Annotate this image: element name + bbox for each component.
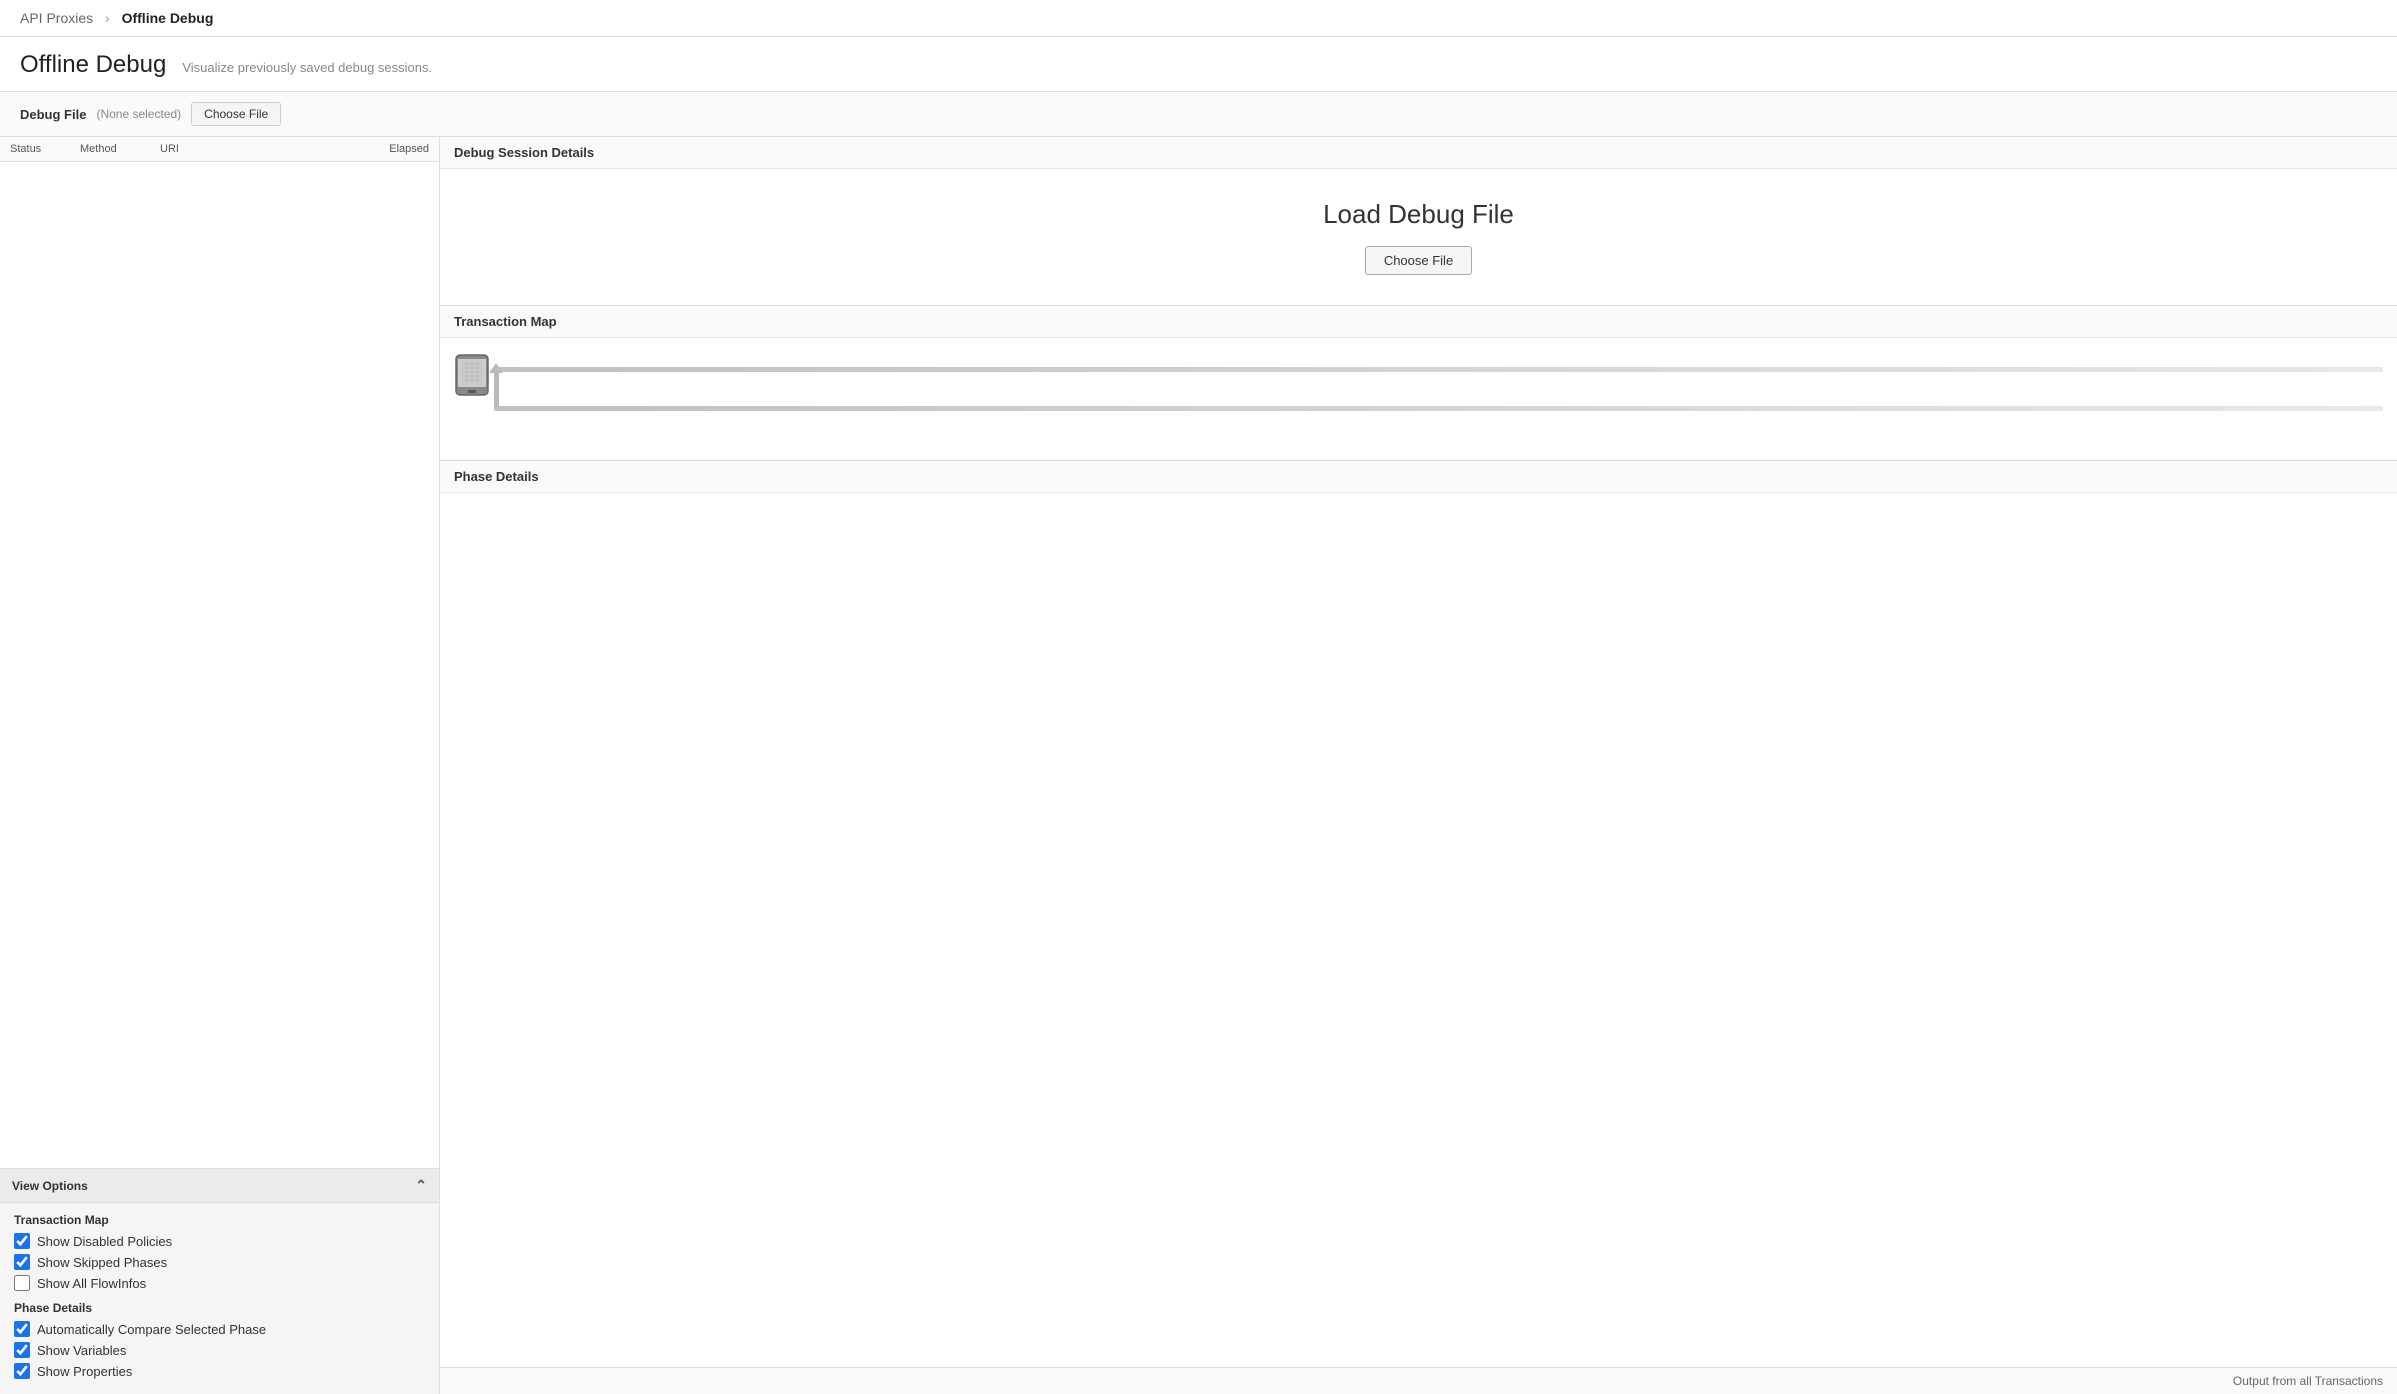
- page-subtitle: Visualize previously saved debug session…: [182, 60, 432, 75]
- phone-icon: [454, 354, 490, 396]
- left-scroll-area: [0, 653, 439, 1169]
- checkbox-show-disabled-input[interactable]: [14, 1233, 30, 1249]
- col-elapsed: Elapsed: [359, 137, 439, 162]
- checkbox-show-variables-input[interactable]: [14, 1342, 30, 1358]
- checkbox-show-flowinfos: Show All FlowInfos: [14, 1275, 425, 1291]
- transaction-map-section: Transaction Map: [440, 306, 2397, 461]
- bottom-bar-text: Output from all Transactions: [2233, 1374, 2383, 1388]
- arrow-head: [489, 363, 503, 373]
- flow-line-top: [494, 367, 2383, 372]
- checkbox-show-skipped-input[interactable]: [14, 1254, 30, 1270]
- view-options-panel: View Options ⌃ Transaction Map Show Disa…: [0, 1168, 439, 1394]
- debug-file-bar: Debug File (None selected) Choose File: [0, 92, 2397, 137]
- page-header: Offline Debug Visualize previously saved…: [0, 37, 2397, 92]
- breadcrumb-separator: ›: [105, 10, 110, 26]
- view-options-header[interactable]: View Options ⌃: [0, 1169, 439, 1203]
- checkbox-show-disabled-label[interactable]: Show Disabled Policies: [37, 1234, 172, 1249]
- main-layout: Status Method URI Elapsed View Options ⌃…: [0, 137, 2397, 1394]
- breadcrumb: API Proxies › Offline Debug: [0, 0, 2397, 37]
- breadcrumb-current: Offline Debug: [122, 10, 214, 26]
- flow-arrow-vertical: [494, 371, 499, 407]
- transaction-map-header: Transaction Map: [440, 306, 2397, 338]
- phase-details-divider: Phase Details: [14, 1301, 425, 1315]
- checkbox-show-skipped-label[interactable]: Show Skipped Phases: [37, 1255, 167, 1270]
- col-uri: URI: [150, 137, 359, 162]
- page-title: Offline Debug: [20, 51, 166, 79]
- choose-file-button-top[interactable]: Choose File: [191, 102, 281, 126]
- phase-details-section: Phase Details: [440, 461, 2397, 1367]
- left-panel: Status Method URI Elapsed View Options ⌃…: [0, 137, 440, 1394]
- checkbox-show-flowinfos-label[interactable]: Show All FlowInfos: [37, 1276, 146, 1291]
- transaction-map-body: [440, 338, 2397, 460]
- col-status: Status: [0, 137, 70, 162]
- phase-details-body: [440, 493, 2397, 1367]
- view-options-collapse-icon: ⌃: [415, 1177, 427, 1194]
- checkbox-show-variables-label[interactable]: Show Variables: [37, 1343, 126, 1358]
- breadcrumb-parent[interactable]: API Proxies: [20, 10, 93, 26]
- load-debug-file-area: Load Debug File Choose File: [440, 169, 2397, 305]
- debug-file-label: Debug File: [20, 107, 86, 122]
- checkbox-auto-compare: Automatically Compare Selected Phase: [14, 1321, 425, 1337]
- checkbox-show-skipped: Show Skipped Phases: [14, 1254, 425, 1270]
- checkbox-show-flowinfos-input[interactable]: [14, 1275, 30, 1291]
- checkbox-show-disabled: Show Disabled Policies: [14, 1233, 425, 1249]
- phase-details-header: Phase Details: [440, 461, 2397, 493]
- right-panel: Debug Session Details Load Debug File Ch…: [440, 137, 2397, 1394]
- flow-line-bottom: [494, 406, 2383, 411]
- debug-file-none: (None selected): [96, 107, 181, 121]
- view-options-body: Transaction Map Show Disabled Policies S…: [0, 1203, 439, 1394]
- debug-session-header: Debug Session Details: [440, 137, 2397, 169]
- debug-session-details: Debug Session Details Load Debug File Ch…: [440, 137, 2397, 306]
- transaction-table: Status Method URI Elapsed: [0, 137, 439, 653]
- phase-details-section-title: Phase Details: [14, 1301, 425, 1315]
- bottom-bar: Output from all Transactions: [440, 1367, 2397, 1394]
- col-method: Method: [70, 137, 150, 162]
- view-options-title: View Options: [12, 1179, 88, 1193]
- load-debug-title: Load Debug File: [1323, 199, 1514, 230]
- checkbox-auto-compare-label[interactable]: Automatically Compare Selected Phase: [37, 1322, 266, 1337]
- checkbox-show-variables: Show Variables: [14, 1342, 425, 1358]
- checkbox-show-properties-label[interactable]: Show Properties: [37, 1364, 132, 1379]
- transaction-map-section-title: Transaction Map: [14, 1213, 425, 1227]
- choose-file-button-main[interactable]: Choose File: [1365, 246, 1472, 275]
- checkbox-auto-compare-input[interactable]: [14, 1321, 30, 1337]
